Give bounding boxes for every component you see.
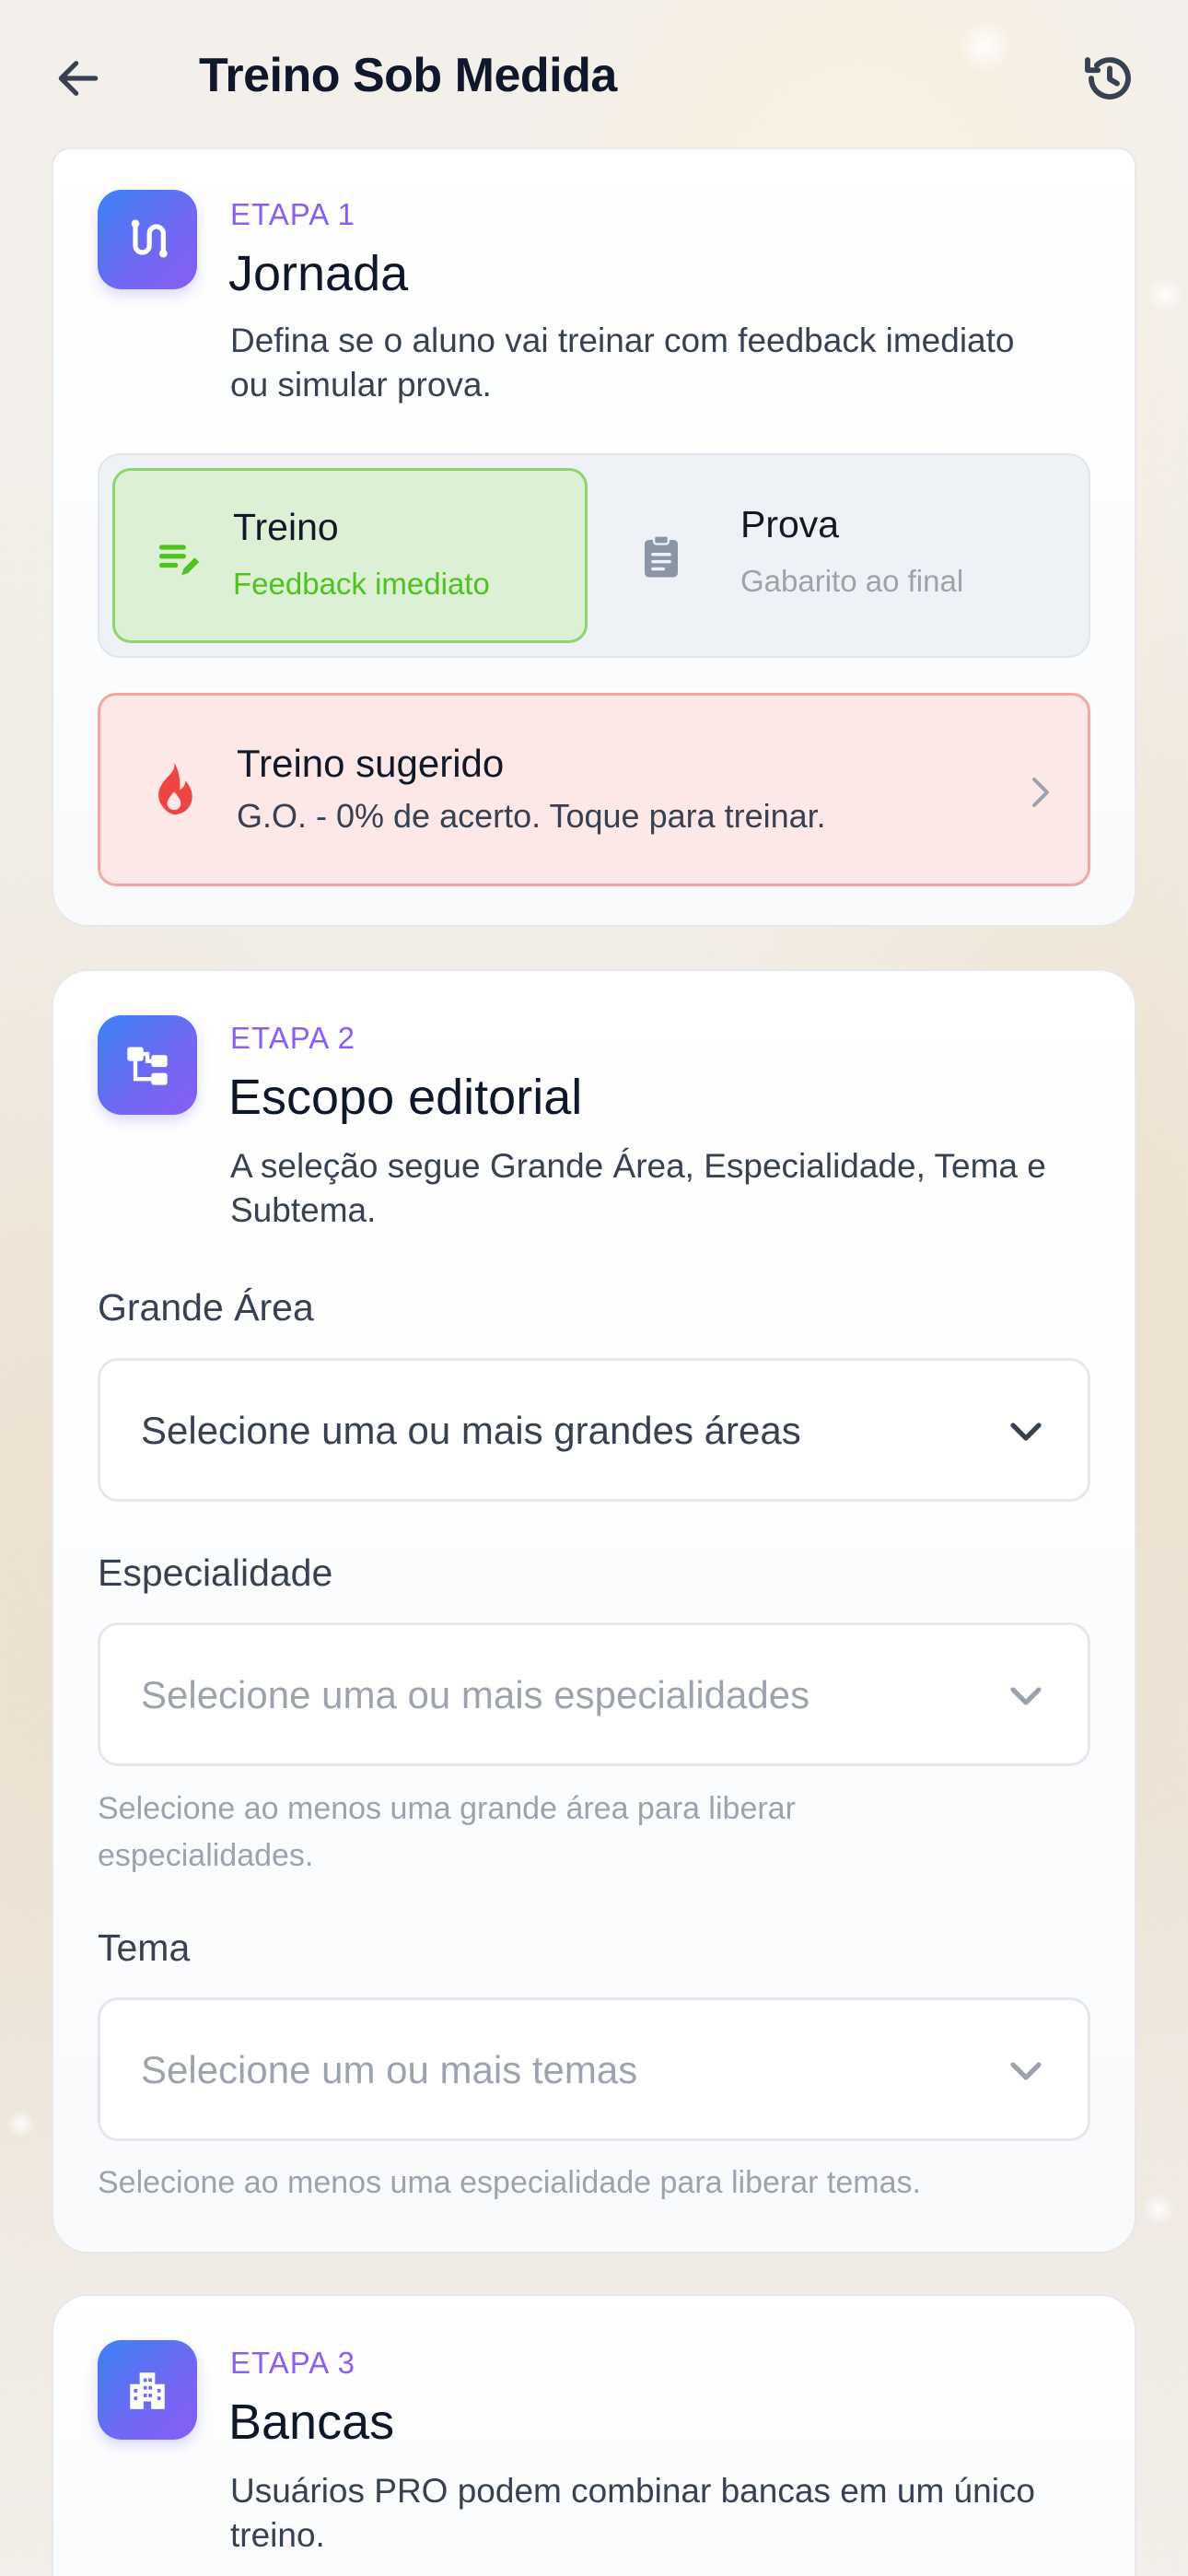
step-2-description: A seleção segue Grande Área, Especialida…	[230, 1147, 1046, 1229]
mode-treino-subtitle: Feedback imediato	[233, 567, 490, 601]
mode-prova-icon-wrap	[634, 529, 689, 584]
field-label-grande-area: Grande Área	[98, 1286, 314, 1329]
flame-icon	[158, 762, 192, 815]
page-title: Treino Sob Medida	[199, 49, 617, 102]
step-3-badge	[98, 2340, 197, 2440]
mode-treino-title: Treino	[233, 506, 339, 548]
edit-list-icon	[158, 544, 200, 576]
step-2-badge	[98, 1015, 197, 1115]
step-3-card: ETAPA 3 Bancas Usuários PRO podem combin…	[52, 2294, 1136, 2576]
tema-select[interactable]: Selecione um ou mais temas	[98, 1997, 1090, 2141]
background-sparkle	[1147, 276, 1183, 313]
mode-prova-title: Prova	[740, 503, 840, 545]
step-1-card: ETAPA 1 Jornada Defina se o aluno vai tr…	[52, 147, 1136, 927]
back-button[interactable]	[46, 46, 111, 111]
arrow-left-icon	[58, 61, 99, 96]
especialidade-hint: Selecione ao menos uma grande área para …	[98, 1791, 796, 1873]
history-icon	[1085, 57, 1131, 100]
hierarchy-icon	[127, 1047, 168, 1085]
clipboard-icon	[645, 534, 678, 578]
chevron-down-icon	[1003, 1677, 1049, 1717]
step-1-badge	[98, 190, 197, 289]
step-2-title: Escopo editorial	[228, 1070, 583, 1125]
suggested-subtitle: G.O. - 0% de acerto. Toque para treinar.	[237, 797, 826, 835]
top-app-bar: Treino Sob Medida	[0, 0, 1188, 157]
background-sparkle	[1142, 2193, 1175, 2226]
mode-prova-subtitle: Gabarito ao final	[740, 564, 964, 598]
field-label-especialidade: Especialidade	[98, 1551, 333, 1594]
step-3-label: ETAPA 3	[230, 2346, 356, 2380]
grande-area-select[interactable]: Selecione uma ou mais grandes áreas	[98, 1358, 1090, 1502]
mode-selector: Treino Feedback imediato Prova Gabarito …	[98, 453, 1090, 658]
mode-option-prova[interactable]: Prova Gabarito ao final	[597, 468, 1079, 643]
building-icon	[130, 2372, 165, 2409]
mode-option-treino[interactable]: Treino Feedback imediato	[112, 468, 588, 643]
step-2-label: ETAPA 2	[230, 1021, 356, 1055]
mode-treino-icon-wrap	[152, 532, 207, 587]
especialidade-select[interactable]: Selecione uma ou mais especialidades	[98, 1622, 1090, 1766]
step-1-description: Defina se o aluno vai treinar com feedba…	[230, 322, 1015, 404]
background-sparkle	[7, 2110, 35, 2137]
route-icon	[131, 219, 168, 258]
step-2-card: ETAPA 2 Escopo editorial A seleção segue…	[52, 969, 1136, 2254]
suggested-title: Treino sugerido	[237, 742, 505, 785]
tema-hint: Selecione ao menos uma especialidade par…	[98, 2165, 921, 2200]
chevron-right-icon	[1021, 769, 1058, 815]
chevron-down-icon	[1003, 1412, 1049, 1453]
step-3-description: Usuários PRO podem combinar bancas em um…	[230, 2472, 1035, 2554]
step-1-title: Jornada	[228, 246, 409, 301]
history-button[interactable]	[1077, 46, 1142, 111]
field-label-tema: Tema	[98, 1926, 191, 1969]
chevron-down-icon	[1003, 2052, 1049, 2092]
step-3-title: Bancas	[228, 2395, 395, 2450]
especialidade-placeholder: Selecione uma ou mais especialidades	[141, 1673, 810, 1716]
step-1-label: ETAPA 1	[230, 197, 356, 231]
tema-placeholder: Selecione um ou mais temas	[141, 2048, 638, 2091]
grande-area-placeholder: Selecione uma ou mais grandes áreas	[141, 1409, 801, 1452]
suggested-training-banner[interactable]: Treino sugerido G.O. - 0% de acerto. Toq…	[98, 693, 1090, 886]
